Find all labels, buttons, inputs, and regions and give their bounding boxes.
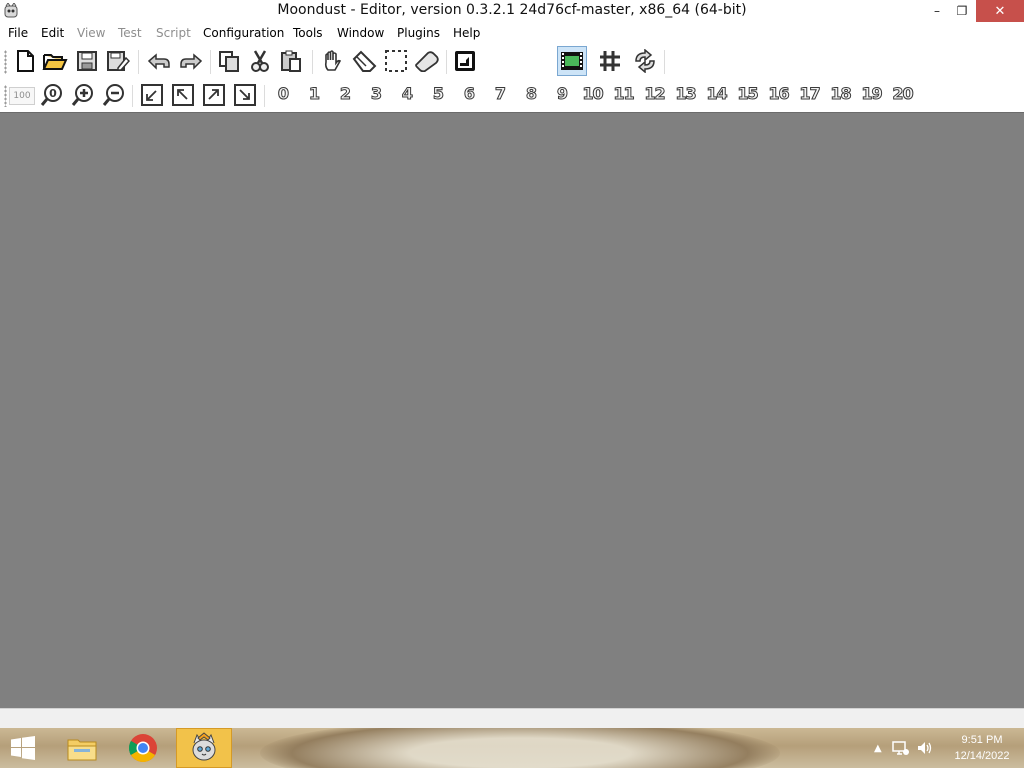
- layer-button-4[interactable]: 4: [394, 84, 420, 106]
- taskbar-file-explorer[interactable]: [54, 728, 110, 768]
- animation-icon[interactable]: [557, 46, 587, 76]
- menu-configuration[interactable]: Configuration: [203, 26, 284, 40]
- align-top-left-icon[interactable]: [170, 82, 196, 108]
- network-icon[interactable]: [891, 740, 910, 756]
- menu-test[interactable]: Test: [118, 26, 142, 40]
- taskbar: ▲ 9:51 PM 12/14/2022: [0, 728, 1024, 768]
- layer-button-13[interactable]: 13: [671, 84, 700, 106]
- main-toolbar: [0, 44, 1024, 114]
- menu-window[interactable]: Window: [337, 26, 384, 40]
- clock-date: 12/14/2022: [954, 750, 1010, 762]
- align-bottom-left-icon[interactable]: [139, 82, 165, 108]
- menu-plugins[interactable]: Plugins: [397, 26, 440, 40]
- folder-icon: [67, 739, 97, 761]
- chrome-icon: [129, 734, 157, 762]
- save-as-icon[interactable]: [105, 48, 131, 74]
- windows-start-icon[interactable]: [10, 736, 36, 760]
- svg-text:0: 0: [49, 87, 57, 100]
- layer-button-8[interactable]: 8: [518, 84, 544, 106]
- redo-icon[interactable]: [178, 48, 204, 74]
- moondust-cat-icon: [192, 732, 216, 761]
- layer-button-20[interactable]: 20: [888, 84, 917, 106]
- zoom-reset-icon[interactable]: 0: [39, 82, 65, 108]
- menu-script[interactable]: Script: [156, 26, 191, 40]
- grid-icon[interactable]: [597, 48, 623, 74]
- zoom-in-icon[interactable]: [70, 82, 96, 108]
- maximize-button[interactable]: ❐: [945, 0, 979, 22]
- align-top-right-icon[interactable]: [201, 82, 227, 108]
- toolbar-separator: [132, 85, 133, 107]
- wallpaper-background: [260, 728, 780, 768]
- toolbar-grip[interactable]: [4, 85, 7, 107]
- menu-edit[interactable]: Edit: [41, 26, 64, 40]
- properties-icon[interactable]: [452, 48, 478, 74]
- hand-icon[interactable]: [319, 48, 345, 74]
- toolbar-grip[interactable]: [4, 50, 7, 74]
- sync-icon[interactable]: [632, 48, 658, 74]
- title-bar: Moondust - Editor, version 0.3.2.1 24d76…: [0, 0, 1024, 22]
- save-icon[interactable]: [74, 48, 100, 74]
- window-title: Moondust - Editor, version 0.3.2.1 24d76…: [277, 2, 747, 18]
- layer-button-19[interactable]: 19: [857, 84, 886, 106]
- system-tray: ▲: [874, 728, 934, 768]
- taskbar-chrome[interactable]: [115, 728, 171, 768]
- layer-button-6[interactable]: 6: [456, 84, 482, 106]
- volume-icon[interactable]: [916, 740, 934, 756]
- layer-button-16[interactable]: 16: [764, 84, 793, 106]
- taskbar-moondust-editor[interactable]: [176, 728, 232, 768]
- layer-button-2[interactable]: 2: [332, 84, 358, 106]
- layer-button-15[interactable]: 15: [733, 84, 762, 106]
- toolbar-separator: [446, 50, 447, 74]
- layer-button-9[interactable]: 9: [549, 84, 575, 106]
- cut-icon[interactable]: [247, 48, 273, 74]
- copy-icon[interactable]: [216, 48, 242, 74]
- layer-button-5[interactable]: 5: [425, 84, 451, 106]
- system-clock[interactable]: 9:51 PM 12/14/2022: [946, 732, 1018, 764]
- clock-time: 9:51 PM: [961, 734, 1003, 746]
- toolbar-separator: [312, 50, 313, 74]
- layer-button-11[interactable]: 11: [609, 84, 638, 106]
- layer-button-10[interactable]: 10: [578, 84, 607, 106]
- toolbar-separator: [664, 50, 665, 74]
- menu-help[interactable]: Help: [453, 26, 480, 40]
- menu-view[interactable]: View: [77, 26, 105, 40]
- layer-button-3[interactable]: 3: [363, 84, 389, 106]
- layer-button-0[interactable]: 0: [270, 84, 296, 106]
- selection-icon[interactable]: [383, 48, 409, 74]
- close-button[interactable]: ✕: [976, 0, 1024, 22]
- layer-button-7[interactable]: 7: [487, 84, 513, 106]
- tray-overflow-chevron-icon[interactable]: ▲: [874, 743, 882, 754]
- zoom-out-icon[interactable]: [101, 82, 127, 108]
- eraser-icon[interactable]: [351, 48, 377, 74]
- menu-file[interactable]: File: [8, 26, 28, 40]
- layer-button-1[interactable]: 1: [301, 84, 327, 106]
- zoom-input[interactable]: 100: [9, 87, 35, 105]
- paste-icon[interactable]: [278, 48, 304, 74]
- layer-button-17[interactable]: 17: [795, 84, 824, 106]
- toolbar-separator: [138, 50, 139, 74]
- open-folder-icon[interactable]: [42, 48, 68, 74]
- menu-tools[interactable]: Tools: [293, 26, 323, 40]
- align-bottom-right-icon[interactable]: [232, 82, 258, 108]
- new-file-icon[interactable]: [12, 48, 38, 74]
- mdi-workspace[interactable]: [0, 112, 1024, 709]
- undo-icon[interactable]: [146, 48, 172, 74]
- toolbar-separator: [210, 50, 211, 74]
- layer-button-14[interactable]: 14: [702, 84, 731, 106]
- layer-button-18[interactable]: 18: [826, 84, 855, 106]
- layer-button-12[interactable]: 12: [640, 84, 669, 106]
- toolbar-separator: [264, 85, 265, 107]
- status-bar: [0, 708, 1024, 729]
- resize-icon[interactable]: [414, 48, 440, 74]
- menu-bar: File Edit View Test Script Configuration…: [0, 22, 1024, 44]
